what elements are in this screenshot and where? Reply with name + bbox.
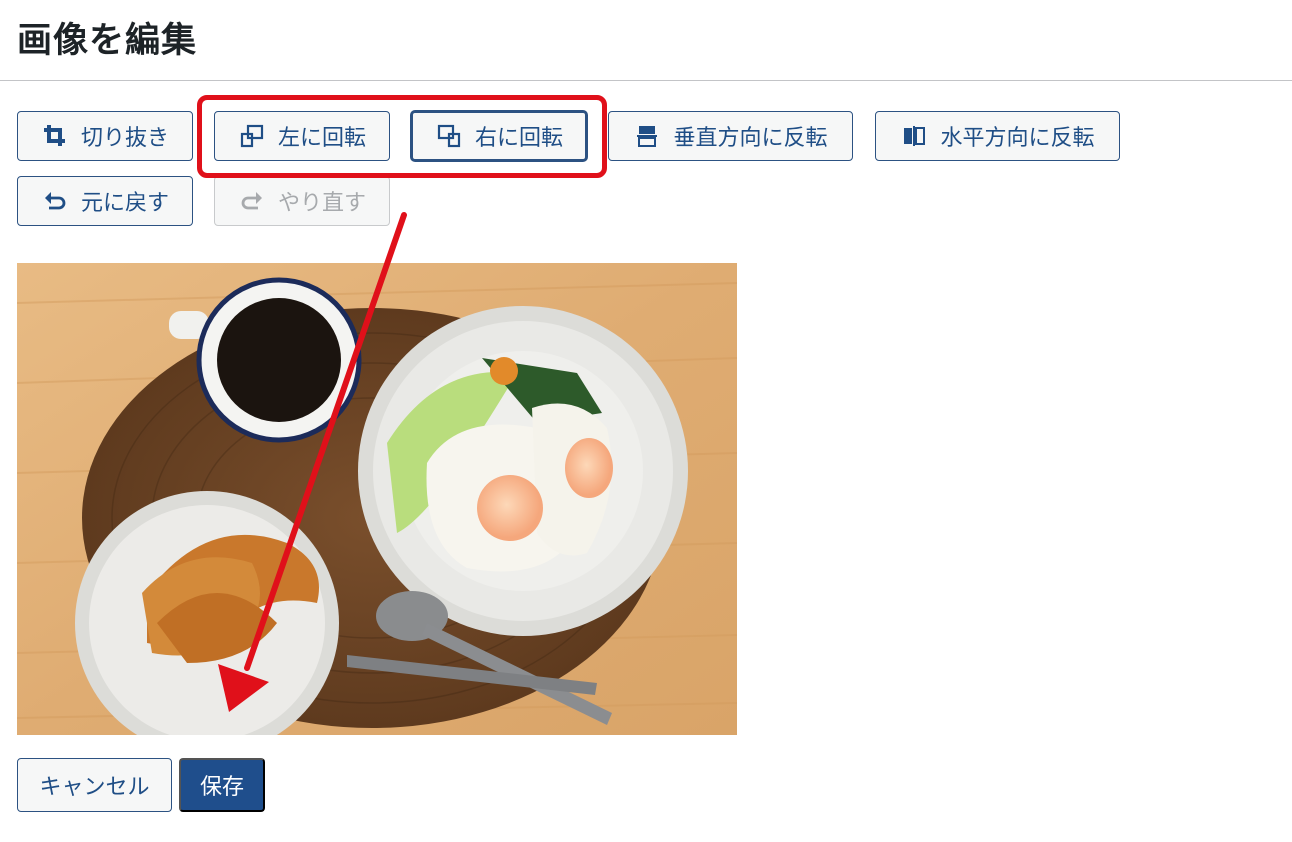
crop-icon	[41, 122, 69, 150]
flip-vertical-button[interactable]: 垂直方向に反転	[608, 111, 853, 161]
undo-button[interactable]: 元に戻す	[17, 176, 193, 226]
cancel-button[interactable]: キャンセル	[17, 758, 172, 812]
flip-horizontal-button[interactable]: 水平方向に反転	[875, 111, 1120, 161]
crop-button[interactable]: 切り抜き	[17, 111, 193, 161]
page-title: 画像を編集	[17, 21, 198, 61]
flip-vertical-label: 垂直方向に反転	[673, 126, 828, 151]
redo-icon	[238, 187, 266, 215]
redo-label: やり直す	[277, 191, 366, 216]
edited-image	[17, 263, 737, 735]
flip-vertical-icon	[633, 122, 661, 150]
crop-label: 切り抜き	[80, 126, 169, 151]
flip-horizontal-label: 水平方向に反転	[940, 126, 1095, 151]
undo-label: 元に戻す	[80, 191, 169, 216]
annotation-highlight-box	[197, 95, 607, 178]
title-divider	[0, 80, 1292, 81]
save-button[interactable]: 保存	[179, 758, 265, 812]
redo-button[interactable]: やり直す	[214, 176, 390, 226]
undo-icon	[41, 187, 69, 215]
flip-horizontal-icon	[900, 122, 928, 150]
